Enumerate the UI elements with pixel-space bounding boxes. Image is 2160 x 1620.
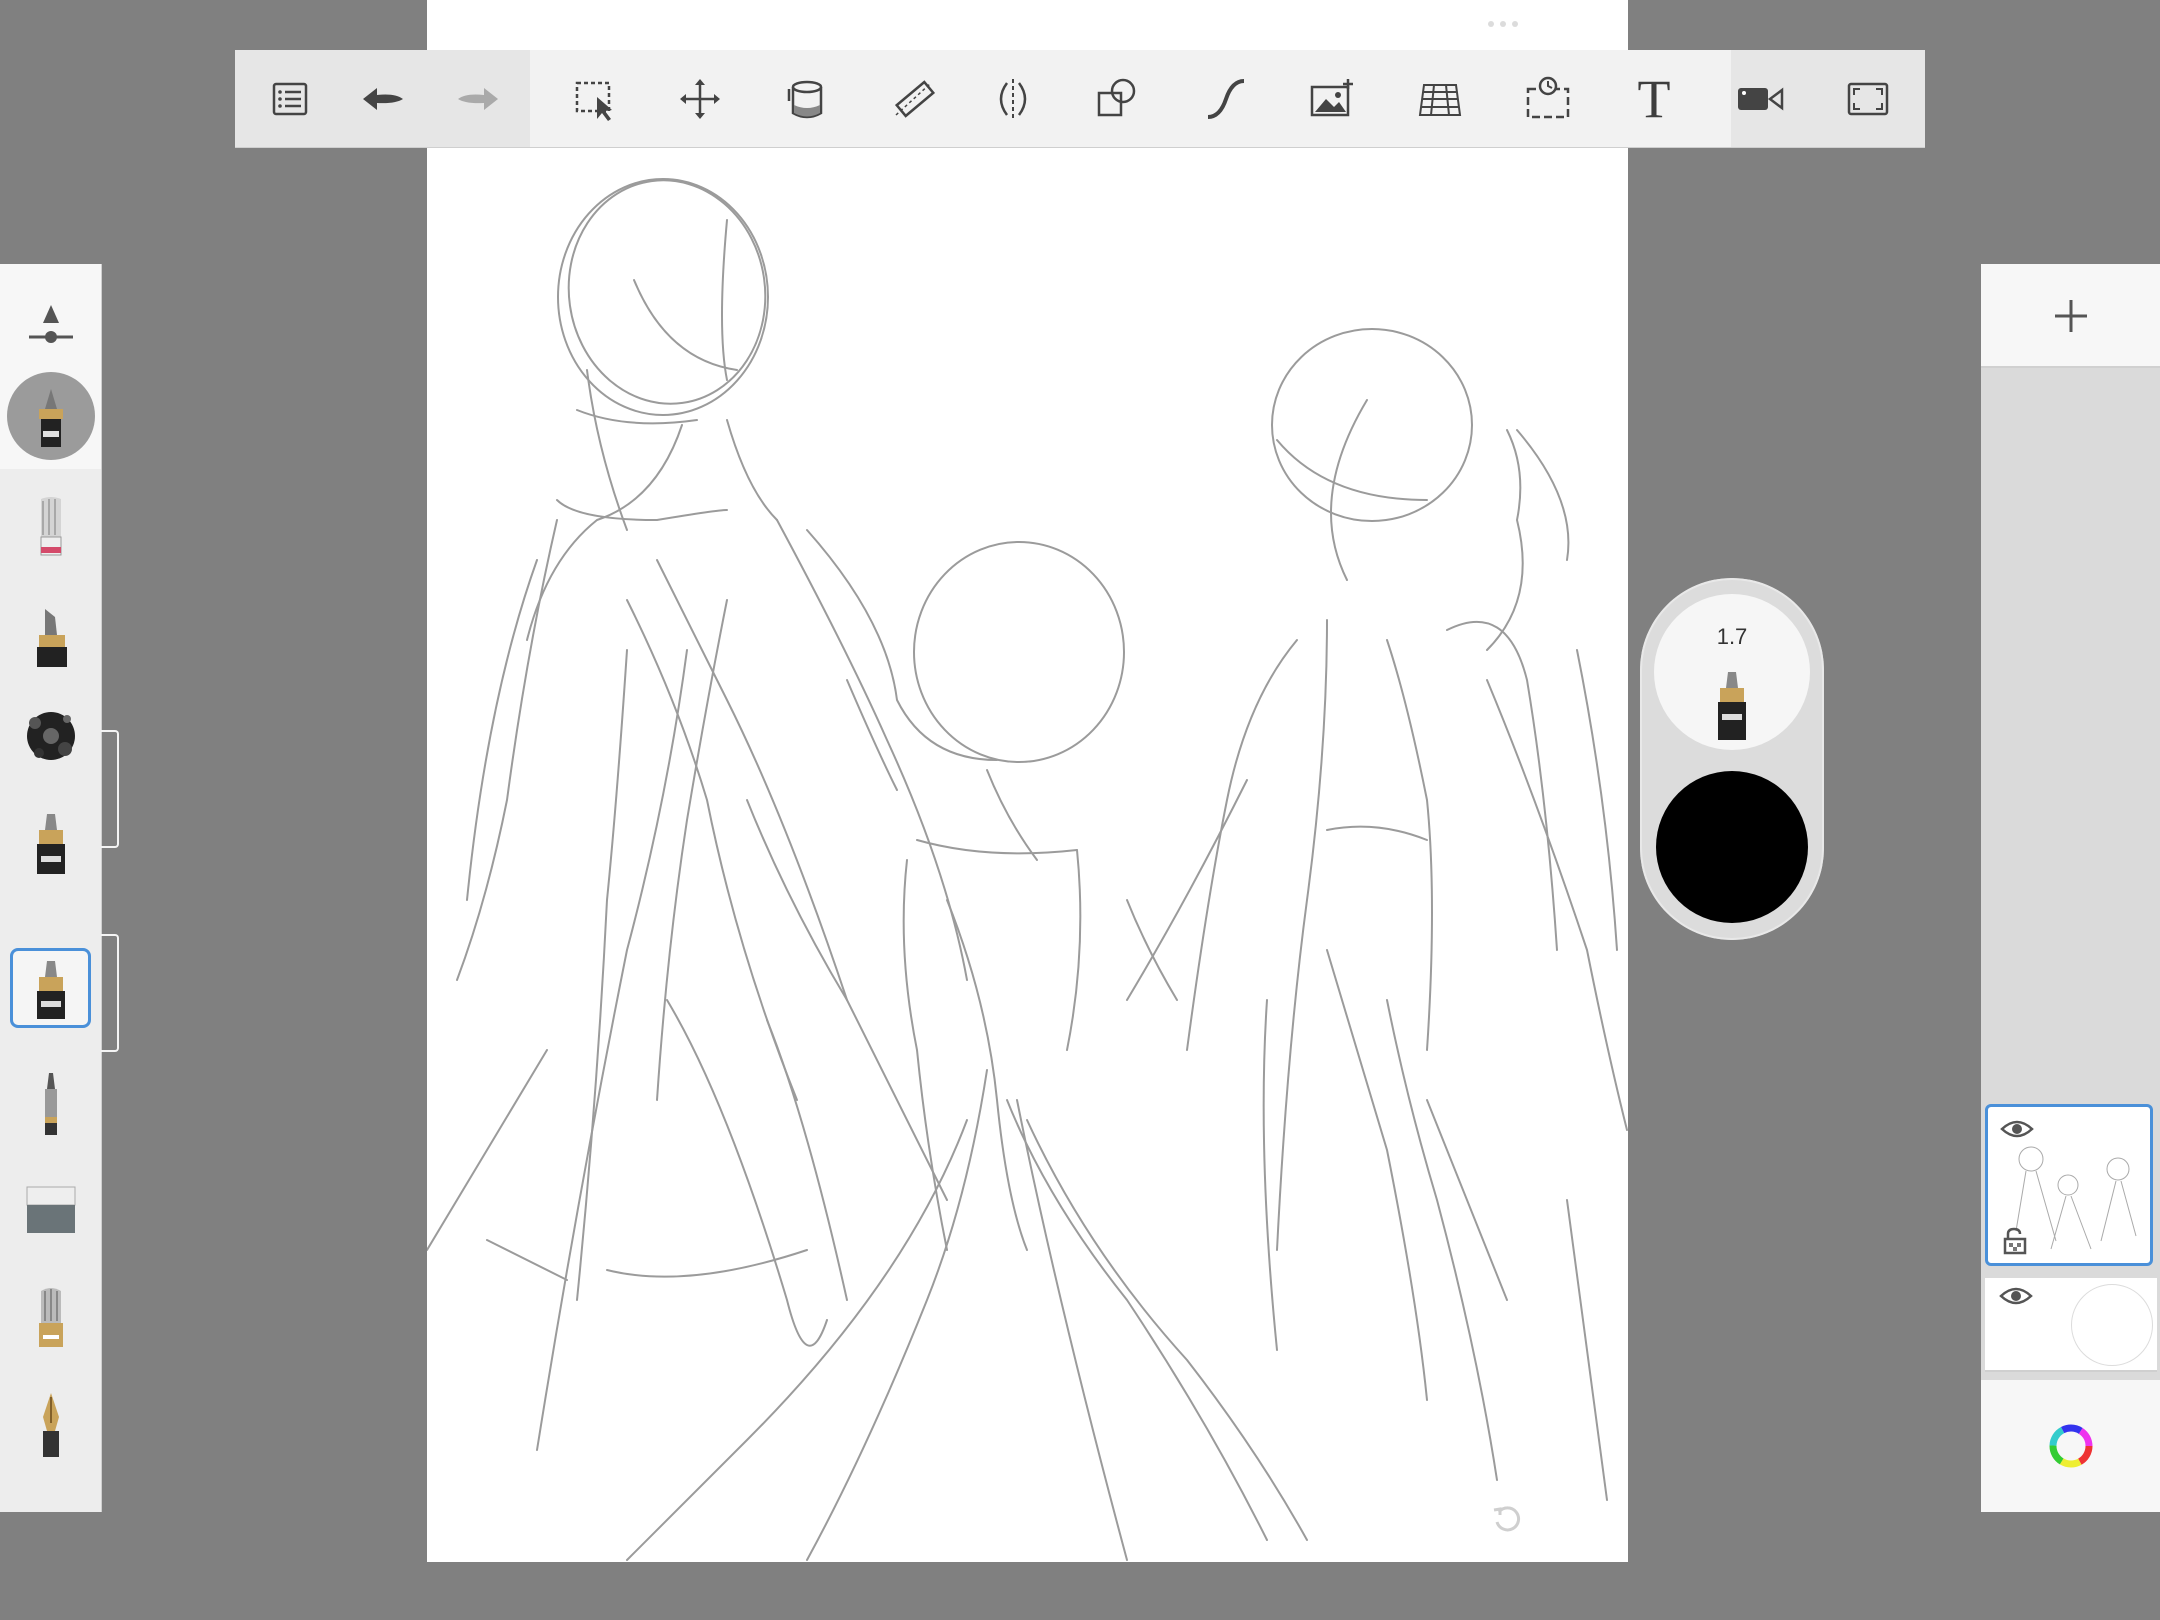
fill-bucket-icon[interactable]: [767, 50, 847, 147]
color-wheel-icon: [2049, 1424, 2093, 1468]
pencil-icon[interactable]: [10, 948, 91, 1028]
eye-icon[interactable]: [2000, 1117, 2034, 1141]
ballpoint-pen-icon[interactable]: [10, 801, 91, 881]
transform-icon[interactable]: [660, 50, 740, 147]
background-color-swatch[interactable]: [2071, 1284, 2153, 1366]
curve-icon[interactable]: [1186, 50, 1266, 147]
perspective-grid-icon[interactable]: [1400, 50, 1480, 147]
selection-icon[interactable]: [555, 50, 635, 147]
undo-icon[interactable]: [343, 50, 423, 147]
current-color-swatch[interactable]: [1656, 771, 1808, 923]
pencil-icon: [1718, 672, 1746, 740]
layers-panel: [1981, 264, 2160, 1512]
marker-icon[interactable]: [10, 594, 91, 674]
texture-brush-icon[interactable]: [10, 696, 91, 776]
plus-icon: [2055, 300, 2087, 332]
brush-size-control[interactable]: 1.7: [1654, 594, 1810, 750]
soft-brush-icon[interactable]: [10, 490, 91, 570]
layer-background[interactable]: [1985, 1278, 2157, 1372]
ruler-icon[interactable]: [875, 50, 955, 147]
add-layer-button[interactable]: [1981, 264, 2160, 368]
menu-list-icon[interactable]: [250, 50, 330, 147]
record-video-icon[interactable]: [1720, 50, 1800, 147]
brush-puck[interactable]: 1.7: [1640, 578, 1824, 940]
text-tool-icon[interactable]: T: [1614, 50, 1694, 147]
brush-size-slider-icon[interactable]: [10, 284, 91, 364]
brush-size-value: 1.7: [1716, 624, 1748, 649]
color-wheel-button[interactable]: [1981, 1380, 2160, 1512]
lock-icon[interactable]: [2002, 1227, 2028, 1255]
brush-palette: [0, 264, 119, 1512]
fullscreen-icon[interactable]: [1828, 50, 1908, 147]
paint-brush-icon[interactable]: [10, 1278, 91, 1358]
technical-pen-icon[interactable]: [10, 1064, 91, 1144]
shapes-icon[interactable]: [1077, 50, 1157, 147]
symmetry-icon[interactable]: [973, 50, 1053, 147]
drawing-canvas[interactable]: [427, 0, 1628, 1562]
add-image-icon[interactable]: [1292, 50, 1372, 147]
redo-icon[interactable]: [438, 50, 518, 147]
timelapse-icon[interactable]: [1508, 50, 1588, 147]
eraser-icon[interactable]: [10, 1170, 91, 1250]
sketch-drawing: [427, 178, 1628, 1561]
fountain-pen-icon[interactable]: [10, 1386, 91, 1466]
inking-pen-icon[interactable]: [10, 376, 91, 456]
layer-sketch[interactable]: [1985, 1104, 2153, 1266]
eye-icon[interactable]: [1999, 1284, 2033, 1308]
rotate-canvas-icon[interactable]: [1491, 1504, 1523, 1536]
main-toolbar: T: [235, 50, 1925, 148]
